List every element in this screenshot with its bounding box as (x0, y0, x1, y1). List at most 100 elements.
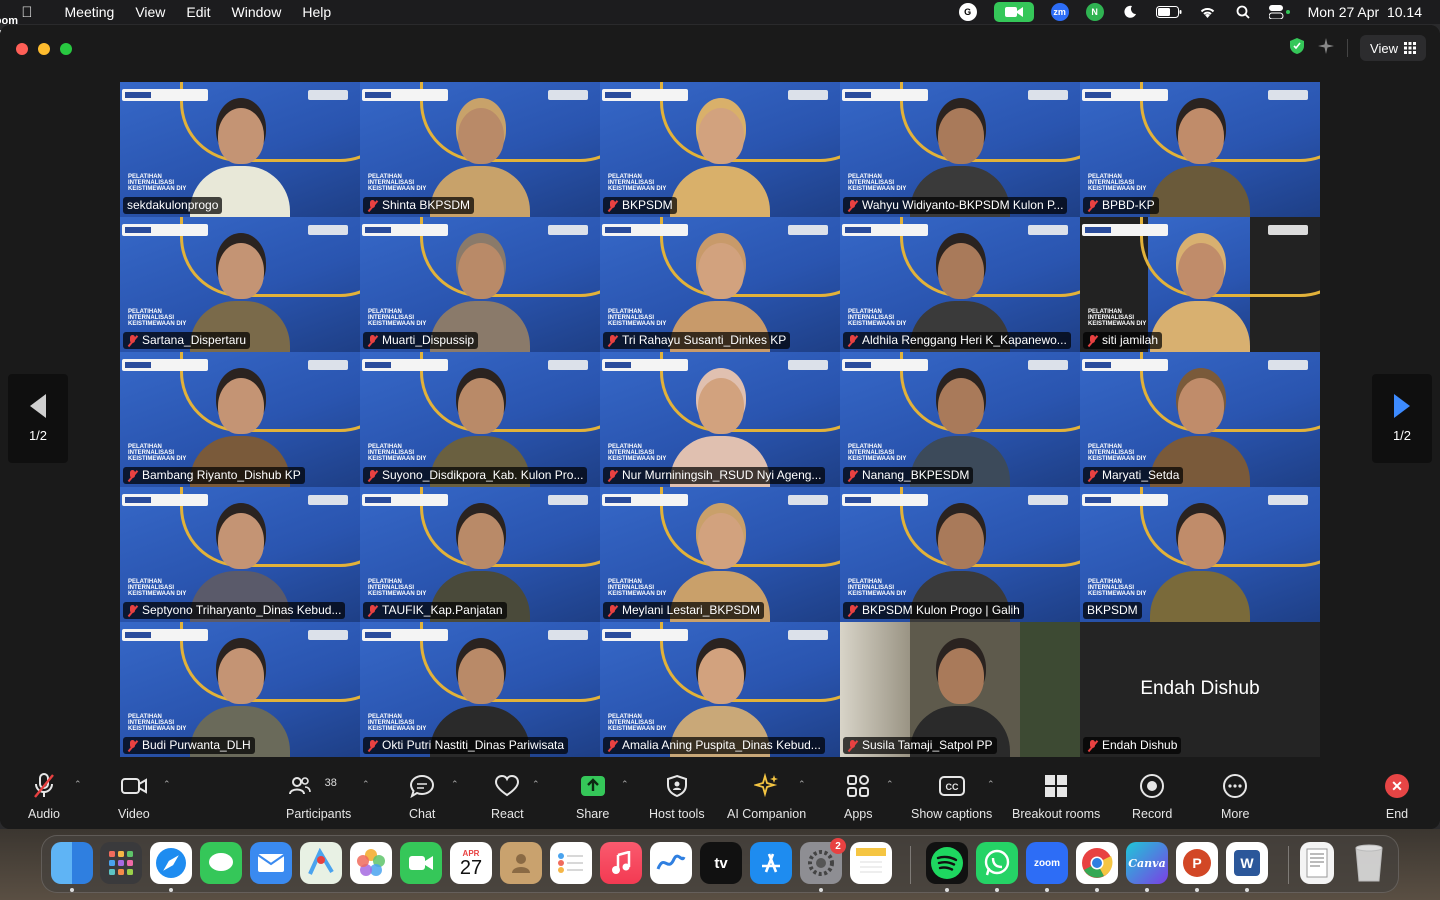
control-center-icon[interactable] (1268, 3, 1291, 21)
video-options-caret[interactable]: ⌃ (163, 779, 171, 790)
whatsapp-icon[interactable] (976, 842, 1018, 884)
participants-options-caret[interactable]: ⌃ (362, 779, 370, 790)
view-button[interactable]: View (1360, 35, 1426, 61)
react-button[interactable]: React (491, 769, 524, 821)
participant-tile[interactable]: PELATIHAN INTERNALISASI KEISTIMEWAAN DIY… (1080, 352, 1320, 487)
sparkle-icon[interactable] (1317, 37, 1335, 60)
zoom-menu-icon[interactable]: zm (1050, 3, 1069, 21)
participant-tile[interactable]: PELATIHAN INTERNALISASI KEISTIMEWAAN DIY… (600, 217, 840, 352)
launchpad-icon[interactable] (100, 842, 142, 884)
zoom-app-icon[interactable]: zoom (1026, 842, 1068, 884)
fullscreen-window-button[interactable] (60, 43, 72, 55)
mail-icon[interactable] (250, 842, 292, 884)
breakout-rooms-button[interactable]: Breakout rooms (1012, 769, 1100, 821)
participant-name: Meylani Lestari_BKPSDM (622, 603, 761, 617)
search-icon[interactable] (1234, 3, 1252, 21)
apple-tv-icon[interactable]: tv (700, 842, 742, 884)
participant-name-label: Tri Rahayu Susanti_Dinkes KP (603, 332, 791, 349)
audio-button[interactable]: Audio (28, 769, 60, 821)
word-icon[interactable]: W (1226, 842, 1268, 884)
grammar-icon[interactable]: G (958, 3, 977, 21)
chrome-icon[interactable] (1076, 842, 1118, 884)
record-button[interactable]: Record (1132, 769, 1172, 821)
maps-icon[interactable] (300, 842, 342, 884)
facetime-icon[interactable] (400, 842, 442, 884)
participant-tile[interactable]: PELATIHAN INTERNALISASI KEISTIMEWAAN DIY… (1080, 82, 1320, 217)
participant-tile[interactable]: PELATIHAN INTERNALISASI KEISTIMEWAAN DIY… (840, 352, 1080, 487)
safari-icon[interactable] (150, 842, 192, 884)
participant-tile[interactable]: PELATIHAN INTERNALISASI KEISTIMEWAAN DIY… (600, 622, 840, 757)
chat-button[interactable]: Chat (409, 769, 435, 821)
participant-tile[interactable]: PELATIHAN INTERNALISASI KEISTIMEWAAN DIY… (840, 82, 1080, 217)
notes-icon[interactable] (850, 842, 892, 884)
participants-button[interactable]: 38 Participants (286, 769, 351, 821)
participant-tile[interactable]: PELATIHAN INTERNALISASI KEISTIMEWAAN DIY… (840, 217, 1080, 352)
menu-clock[interactable]: Mon 27 Apr 10.14 (1308, 4, 1422, 20)
ai-companion-button[interactable]: AI Companion (727, 769, 806, 821)
react-options-caret[interactable]: ⌃ (532, 779, 540, 790)
close-window-button[interactable] (16, 43, 28, 55)
participant-tile[interactable]: PELATIHAN INTERNALISASI KEISTIMEWAAN DIY… (120, 352, 360, 487)
wifi-icon[interactable] (1199, 3, 1217, 21)
host-tools-button[interactable]: Host tools (649, 769, 705, 821)
previous-page-button[interactable]: 1/2 (8, 374, 68, 463)
music-icon[interactable] (600, 842, 642, 884)
menu-view[interactable]: View (125, 4, 176, 20)
participant-tile[interactable]: PELATIHAN INTERNALISASI KEISTIMEWAAN DIY… (120, 217, 360, 352)
participant-tile[interactable]: PELATIHAN INTERNALISASI KEISTIMEWAAN DIY… (600, 82, 840, 217)
menu-edit[interactable]: Edit (176, 4, 221, 20)
menu-window[interactable]: Window (221, 4, 292, 20)
participant-tile[interactable]: PELATIHAN INTERNALISASI KEISTIMEWAAN DIY… (360, 622, 600, 757)
zoom-video-status-icon[interactable] (993, 2, 1034, 22)
trash-icon[interactable] (1348, 842, 1390, 884)
apps-options-caret[interactable]: ⌃ (886, 779, 894, 790)
participant-tile[interactable]: Endah Dishub Endah Dishub (1080, 622, 1320, 757)
photos-icon[interactable] (350, 842, 392, 884)
end-meeting-button[interactable]: ✕ End (1385, 769, 1409, 821)
participant-tile[interactable]: PELATIHAN INTERNALISASI KEISTIMEWAAN DIY… (120, 82, 360, 217)
battery-icon[interactable] (1155, 3, 1182, 21)
calendar-icon[interactable]: APR 27 (450, 842, 492, 884)
share-options-caret[interactable]: ⌃ (621, 779, 629, 790)
participant-tile[interactable]: PELATIHAN INTERNALISASI KEISTIMEWAAN DIY… (360, 82, 600, 217)
system-settings-icon[interactable]: 2 (800, 838, 846, 884)
moon-icon[interactable] (1121, 3, 1139, 21)
shield-icon[interactable] (1289, 37, 1305, 60)
menu-help[interactable]: Help (292, 4, 342, 20)
minimize-window-button[interactable] (38, 43, 50, 55)
reminders-icon[interactable] (550, 842, 592, 884)
powerpoint-icon[interactable]: P (1176, 842, 1218, 884)
messages-icon[interactable] (200, 842, 242, 884)
participant-tile[interactable]: PELATIHAN INTERNALISASI KEISTIMEWAAN DIY… (600, 487, 840, 622)
participant-tile[interactable]: PELATIHAN INTERNALISASI KEISTIMEWAAN DIY… (120, 622, 360, 757)
app-store-icon[interactable] (750, 842, 792, 884)
finder-icon[interactable] (51, 842, 93, 884)
participant-tile[interactable]: PELATIHAN INTERNALISASI KEISTIMEWAAN DIY… (840, 487, 1080, 622)
participant-tile[interactable]: PELATIHAN INTERNALISASI KEISTIMEWAAN DIY… (360, 352, 600, 487)
participant-tile[interactable]: PELATIHAN INTERNALISASI KEISTIMEWAAN DIY… (360, 487, 600, 622)
next-page-button[interactable]: 1/2 (1372, 374, 1432, 463)
participant-tile[interactable]: PELATIHAN INTERNALISASI KEISTIMEWAAN DIY… (600, 352, 840, 487)
freeform-icon[interactable] (650, 842, 692, 884)
video-button[interactable]: Video (118, 769, 150, 821)
apps-button[interactable]: Apps (844, 769, 873, 821)
captions-options-caret[interactable]: ⌃ (987, 779, 995, 790)
n-app-icon[interactable]: N (1085, 3, 1104, 21)
participant-tile[interactable]: PELATIHAN INTERNALISASI KEISTIMEWAAN DIY… (1080, 217, 1320, 352)
participant-tile[interactable]: PELATIHAN INTERNALISASI KEISTIMEWAAN DIY… (120, 487, 360, 622)
contacts-icon[interactable] (500, 842, 542, 884)
captions-button[interactable]: CC Show captions (911, 769, 992, 821)
participant-tile[interactable]: Susila Tamaji_Satpol PP (840, 622, 1080, 757)
menu-meeting[interactable]: Meeting (54, 4, 125, 20)
participant-tile[interactable]: PELATIHAN INTERNALISASI KEISTIMEWAAN DIY… (360, 217, 600, 352)
page-indicator-left: 1/2 (28, 428, 48, 443)
document-stack-icon[interactable] (1300, 842, 1334, 884)
spotify-icon[interactable] (926, 842, 968, 884)
participant-tile[interactable]: PELATIHAN INTERNALISASI KEISTIMEWAAN DIY… (1080, 487, 1320, 622)
audio-options-caret[interactable]: ⌃ (74, 779, 82, 790)
canva-icon[interactable]: Canva (1126, 842, 1168, 884)
ai-companion-options-caret[interactable]: ⌃ (798, 779, 806, 790)
chat-options-caret[interactable]: ⌃ (451, 779, 459, 790)
more-button[interactable]: More (1221, 769, 1249, 821)
share-button[interactable]: Share (576, 769, 609, 821)
